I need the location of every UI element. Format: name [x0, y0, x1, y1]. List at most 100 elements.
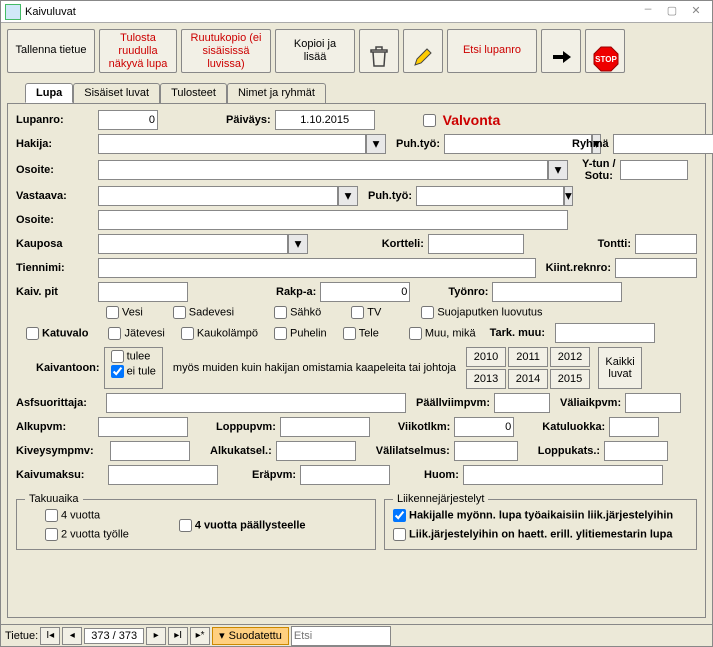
tarkmuu-field[interactable] — [555, 323, 655, 343]
kaivantoon-label: Kaivantoon: — [36, 362, 100, 374]
alkukatsel-field[interactable] — [276, 441, 356, 461]
lupanro-field[interactable] — [98, 110, 158, 130]
kaivantoon-options: tulee ei tule — [104, 347, 163, 389]
cb-tv[interactable]: TV — [351, 306, 381, 319]
cb-sahko[interactable]: Sähkö — [274, 306, 321, 319]
kauposa-field[interactable] — [98, 234, 288, 254]
loppukats-field[interactable] — [604, 441, 668, 461]
tab-sisaiset[interactable]: Sisäiset luvat — [73, 83, 160, 103]
cb-liik1[interactable]: Hakijalle myönn. lupa työaikaisiin liik.… — [393, 509, 688, 522]
viikotlkm-field[interactable] — [454, 417, 514, 437]
kaivumaksu-label: Kaivumaksu: — [16, 469, 104, 481]
kaivumaksu-field[interactable] — [108, 465, 218, 485]
search-field[interactable] — [291, 626, 391, 646]
next-button[interactable] — [541, 29, 581, 73]
cb-muu[interactable]: Muu, mikä — [409, 327, 476, 340]
tyonro-field[interactable] — [492, 282, 622, 302]
cb-liik2[interactable]: Liik.järjestelyihin on haett. erill. yli… — [393, 528, 688, 541]
cb-suojaputken[interactable]: Suojaputken luovutus — [421, 306, 542, 319]
hakija-dropdown[interactable]: ▾ — [366, 134, 386, 154]
nav-last[interactable]: ▸I — [168, 627, 188, 645]
valvonta-checkbox[interactable] — [423, 114, 436, 127]
year-2015[interactable]: 2015 — [550, 369, 590, 389]
nav-next[interactable]: ▸ — [146, 627, 166, 645]
katuluokka-field[interactable] — [609, 417, 659, 437]
year-2011[interactable]: 2011 — [508, 347, 548, 367]
filter-chip[interactable]: ▾ Suodatettu — [212, 627, 289, 645]
cb-vesi[interactable]: Vesi — [106, 306, 143, 319]
erapvm-label: Eräpvm: — [252, 469, 296, 481]
asf-field[interactable] — [106, 393, 406, 413]
ryhma-field[interactable] — [613, 134, 713, 154]
kauposa-dropdown[interactable]: ▾ — [288, 234, 308, 254]
kiveys-field[interactable] — [110, 441, 190, 461]
kauposa-label: Kauposa — [16, 238, 94, 250]
valiaikpvm-field[interactable] — [625, 393, 681, 413]
valiaikpvm-label: Väliaikpvm: — [560, 397, 621, 409]
year-2010[interactable]: 2010 — [466, 347, 506, 367]
cb-sadevesi[interactable]: Sadevesi — [173, 306, 234, 319]
year-2012[interactable]: 2012 — [550, 347, 590, 367]
save-button[interactable]: Tallenna tietue — [7, 29, 95, 73]
opt-tulee[interactable]: tulee — [111, 350, 156, 363]
tab-lupa[interactable]: Lupa — [25, 83, 73, 103]
minimize-button[interactable]: — — [636, 4, 660, 20]
rakpa-field[interactable] — [320, 282, 410, 302]
osoite2-field[interactable] — [98, 210, 568, 230]
year-buttons: 2010 2011 2012 2013 2014 2015 — [466, 347, 590, 389]
print-visible-button[interactable]: Tulosta ruudulla näkyvä lupa — [99, 29, 177, 73]
paallviimpvm-field[interactable] — [494, 393, 550, 413]
year-2014[interactable]: 2014 — [508, 369, 548, 389]
hakija-field[interactable] — [98, 134, 366, 154]
cb-tele[interactable]: Tele — [343, 327, 379, 340]
year-2013[interactable]: 2013 — [466, 369, 506, 389]
tontti-field[interactable] — [635, 234, 697, 254]
nav-first[interactable]: I◂ — [40, 627, 60, 645]
vastaava-field[interactable] — [98, 186, 338, 206]
huom-field[interactable] — [463, 465, 663, 485]
puhtyo1-field[interactable] — [444, 134, 592, 154]
delete-button[interactable] — [359, 29, 399, 73]
tiennimi-field[interactable] — [98, 258, 536, 278]
vastaava-dropdown[interactable]: ▾ — [338, 186, 358, 206]
kiveys-label: Kiveysympmv: — [16, 445, 106, 457]
nav-prev[interactable]: ◂ — [62, 627, 82, 645]
cb-katuvalo[interactable]: Katuvalo — [26, 327, 88, 340]
alkupvm-field[interactable] — [98, 417, 188, 437]
kiint-field[interactable] — [615, 258, 697, 278]
cb-2vuotta[interactable]: 2 vuotta työlle — [45, 528, 129, 541]
copy-add-button[interactable]: Kopioi ja lisää — [275, 29, 355, 73]
paivays-field[interactable] — [275, 110, 375, 130]
app-icon — [5, 4, 21, 20]
all-permits-button[interactable]: Kaikki luvat — [598, 347, 642, 389]
puhtyo2-field[interactable] — [416, 186, 564, 206]
search-permit-button[interactable]: Etsi lupanro — [447, 29, 537, 73]
ytun-field[interactable] — [620, 160, 688, 180]
osoite1-dropdown[interactable]: ▾ — [548, 160, 568, 180]
osoite1-field[interactable] — [98, 160, 548, 180]
close-button[interactable]: ✕ — [684, 4, 708, 20]
edit-button[interactable] — [403, 29, 443, 73]
nav-new[interactable]: ▸* — [190, 627, 210, 645]
stop-button[interactable]: STOP — [585, 29, 625, 73]
valilatselmus-field[interactable] — [454, 441, 518, 461]
tab-nimet[interactable]: Nimet ja ryhmät — [227, 83, 326, 103]
kortteli-label: Kortteli: — [382, 238, 424, 250]
tab-tulosteet[interactable]: Tulosteet — [160, 83, 227, 103]
cb-kaukolampo[interactable]: Kaukolämpö — [181, 327, 258, 340]
screenshot-button[interactable]: Ruutukopio (ei sisäisissä luvissa) — [181, 29, 271, 73]
cb-4vuotta[interactable]: 4 vuotta — [45, 509, 129, 522]
asf-label: Asfsuorittaja: — [16, 397, 102, 409]
erapvm-field[interactable] — [300, 465, 390, 485]
tab-panel-lupa: Lupanro: Päiväys: Valvonta Hakija: ▾ Puh… — [7, 103, 706, 618]
kaivpit-field[interactable] — [98, 282, 188, 302]
maximize-button[interactable]: ▢ — [660, 4, 684, 20]
tarkmuu-label: Tark. muu: — [490, 327, 545, 339]
kortteli-field[interactable] — [428, 234, 524, 254]
puhtyo2-dropdown[interactable]: ▾ — [564, 186, 573, 206]
cb-puhelin[interactable]: Puhelin — [274, 327, 327, 340]
cb-jatevesi[interactable]: Jätevesi — [108, 327, 164, 340]
cb-4vuotta-paall[interactable]: 4 vuotta päällysteelle — [179, 519, 306, 532]
opt-eitulee[interactable]: ei tule — [111, 365, 156, 378]
loppupvm-field[interactable] — [280, 417, 370, 437]
